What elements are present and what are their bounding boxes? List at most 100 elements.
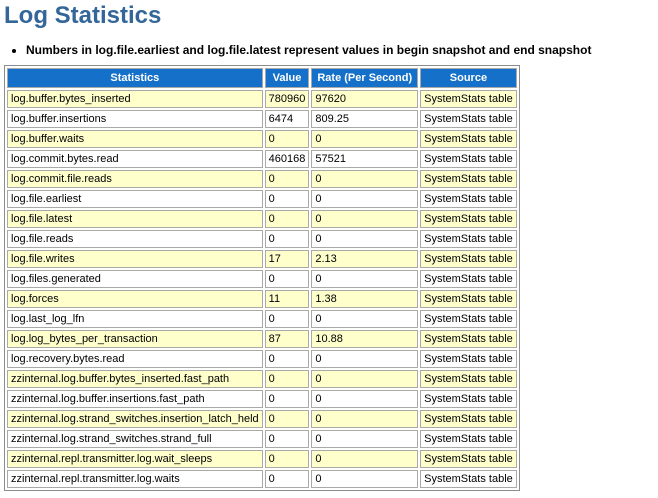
table-row: zzinternal.log.strand_switches.insertion… xyxy=(7,410,517,428)
cell-source: SystemStats table xyxy=(420,170,517,188)
cell-value: 0 xyxy=(264,210,310,228)
cell-rate: 10.88 xyxy=(311,330,419,348)
cell-source: SystemStats table xyxy=(420,370,517,388)
cell-rate: 1.38 xyxy=(311,290,419,308)
cell-source: SystemStats table xyxy=(420,450,517,468)
cell-statistic: log.recovery.bytes.read xyxy=(7,350,263,368)
cell-source: SystemStats table xyxy=(420,210,517,228)
cell-value: 0 xyxy=(264,390,310,408)
cell-source: SystemStats table xyxy=(420,130,517,148)
cell-source: SystemStats table xyxy=(420,250,517,268)
table-row: log.file.latest 0 0 SystemStats table xyxy=(7,210,517,228)
table-row: log.commit.file.reads 0 0 SystemStats table xyxy=(7,170,517,188)
table-row: log.buffer.waits 0 0 SystemStats table xyxy=(7,130,517,148)
cell-statistic: zzinternal.log.strand_switches.insertion… xyxy=(7,410,263,428)
cell-statistic: log.forces xyxy=(7,290,263,308)
table-row: zzinternal.log.buffer.bytes_inserted.fas… xyxy=(7,370,517,388)
cell-rate: 0 xyxy=(311,210,419,228)
cell-rate: 0 xyxy=(311,390,419,408)
table-row: zzinternal.log.buffer.insertions.fast_pa… xyxy=(7,390,517,408)
cell-rate: 809.25 xyxy=(311,110,419,128)
cell-source: SystemStats table xyxy=(420,290,517,308)
cell-rate: 0 xyxy=(311,190,419,208)
table-row: log.commit.bytes.read 460168 57521 SystemSt… xyxy=(7,150,517,168)
cell-source: SystemStats table xyxy=(420,430,517,448)
cell-source: SystemStats table xyxy=(420,90,517,108)
column-header-value: Value xyxy=(264,68,310,88)
cell-value: 0 xyxy=(264,230,310,248)
cell-rate: 0 xyxy=(311,350,419,368)
cell-statistic: log.file.earliest xyxy=(7,190,263,208)
cell-value: 17 xyxy=(264,250,310,268)
cell-rate: 0 xyxy=(311,470,419,488)
cell-rate: 2.13 xyxy=(311,250,419,268)
cell-value: 6474 xyxy=(264,110,310,128)
cell-value: 0 xyxy=(264,190,310,208)
cell-source: SystemStats table xyxy=(420,390,517,408)
cell-rate: 57521 xyxy=(311,150,419,168)
cell-source: SystemStats table xyxy=(420,230,517,248)
cell-statistic: log.commit.file.reads xyxy=(7,170,263,188)
cell-statistic: zzinternal.log.buffer.insertions.fast_pa… xyxy=(7,390,263,408)
cell-statistic: zzinternal.log.buffer.bytes_inserted.fas… xyxy=(7,370,263,388)
table-row: log.log_bytes_per_transaction 87 10.88 Syst… xyxy=(7,330,517,348)
cell-value: 0 xyxy=(264,410,310,428)
cell-value: 87 xyxy=(264,330,310,348)
cell-statistic: zzinternal.repl.transmitter.log.waits xyxy=(7,470,263,488)
cell-rate: 97620 xyxy=(311,90,419,108)
table-row: log.files.generated 0 0 SystemStats table xyxy=(7,270,517,288)
cell-statistic: log.log_bytes_per_transaction xyxy=(7,330,263,348)
table-row: log.forces 11 1.38 SystemStats table xyxy=(7,290,517,308)
cell-statistic: log.commit.bytes.read xyxy=(7,150,263,168)
column-header-source: Source xyxy=(420,68,517,88)
cell-statistic: log.file.latest xyxy=(7,210,263,228)
cell-value: 0 xyxy=(264,430,310,448)
cell-rate: 0 xyxy=(311,430,419,448)
cell-value: 0 xyxy=(264,470,310,488)
table-row: log.file.writes 17 2.13 SystemStats table xyxy=(7,250,517,268)
cell-source: SystemStats table xyxy=(420,410,517,428)
cell-statistic: log.last_log_lfn xyxy=(7,310,263,328)
table-head: Statistics Value Rate (Per Second) Source xyxy=(7,68,517,88)
cell-rate: 0 xyxy=(311,370,419,388)
table-row: log.file.reads 0 0 SystemStats table xyxy=(7,230,517,248)
notes-list: Numbers in log.file.earliest and log.fil… xyxy=(4,43,658,58)
table-row: log.file.earliest 0 0 SystemStats table xyxy=(7,190,517,208)
table-row: zzinternal.repl.transmitter.log.wait_sle… xyxy=(7,450,517,468)
page-title: Log Statistics xyxy=(4,2,162,29)
cell-value: 11 xyxy=(264,290,310,308)
cell-statistic: log.buffer.bytes_inserted xyxy=(7,90,263,108)
cell-value: 0 xyxy=(264,170,310,188)
column-header-statistics: Statistics xyxy=(7,68,263,88)
cell-statistic: log.buffer.insertions xyxy=(7,110,263,128)
cell-statistic: zzinternal.log.strand_switches.strand_fu… xyxy=(7,430,263,448)
cell-source: SystemStats table xyxy=(420,110,517,128)
cell-statistic: log.buffer.waits xyxy=(7,130,263,148)
column-header-rate: Rate (Per Second) xyxy=(311,68,419,88)
cell-source: SystemStats table xyxy=(420,350,517,368)
table-row: log.last_log_lfn 0 0 SystemStats table xyxy=(7,310,517,328)
table-row: log.buffer.bytes_inserted 780960 97620 Syst… xyxy=(7,90,517,108)
cell-source: SystemStats table xyxy=(420,150,517,168)
cell-rate: 0 xyxy=(311,130,419,148)
cell-value: 0 xyxy=(264,370,310,388)
cell-value: 0 xyxy=(264,130,310,148)
cell-source: SystemStats table xyxy=(420,330,517,348)
cell-value: 0 xyxy=(264,350,310,368)
cell-value: 460168 xyxy=(264,150,310,168)
cell-rate: 0 xyxy=(311,310,419,328)
table-row: zzinternal.repl.transmitter.log.waits 0 0 S… xyxy=(7,470,517,488)
cell-rate: 0 xyxy=(311,450,419,468)
cell-rate: 0 xyxy=(311,270,419,288)
table-row: log.recovery.bytes.read 0 0 SystemStats tab… xyxy=(7,350,517,368)
cell-source: SystemStats table xyxy=(420,310,517,328)
report-page: Log Statistics Numbers in log.file.earli… xyxy=(0,0,658,498)
log-statistics-table: Statistics Value Rate (Per Second) Source l… xyxy=(4,65,520,491)
cell-rate: 0 xyxy=(311,410,419,428)
cell-statistic: zzinternal.repl.transmitter.log.wait_sle… xyxy=(7,450,263,468)
cell-statistic: log.file.reads xyxy=(7,230,263,248)
cell-value: 0 xyxy=(264,270,310,288)
cell-value: 0 xyxy=(264,450,310,468)
cell-value: 780960 xyxy=(264,90,310,108)
cell-rate: 0 xyxy=(311,230,419,248)
